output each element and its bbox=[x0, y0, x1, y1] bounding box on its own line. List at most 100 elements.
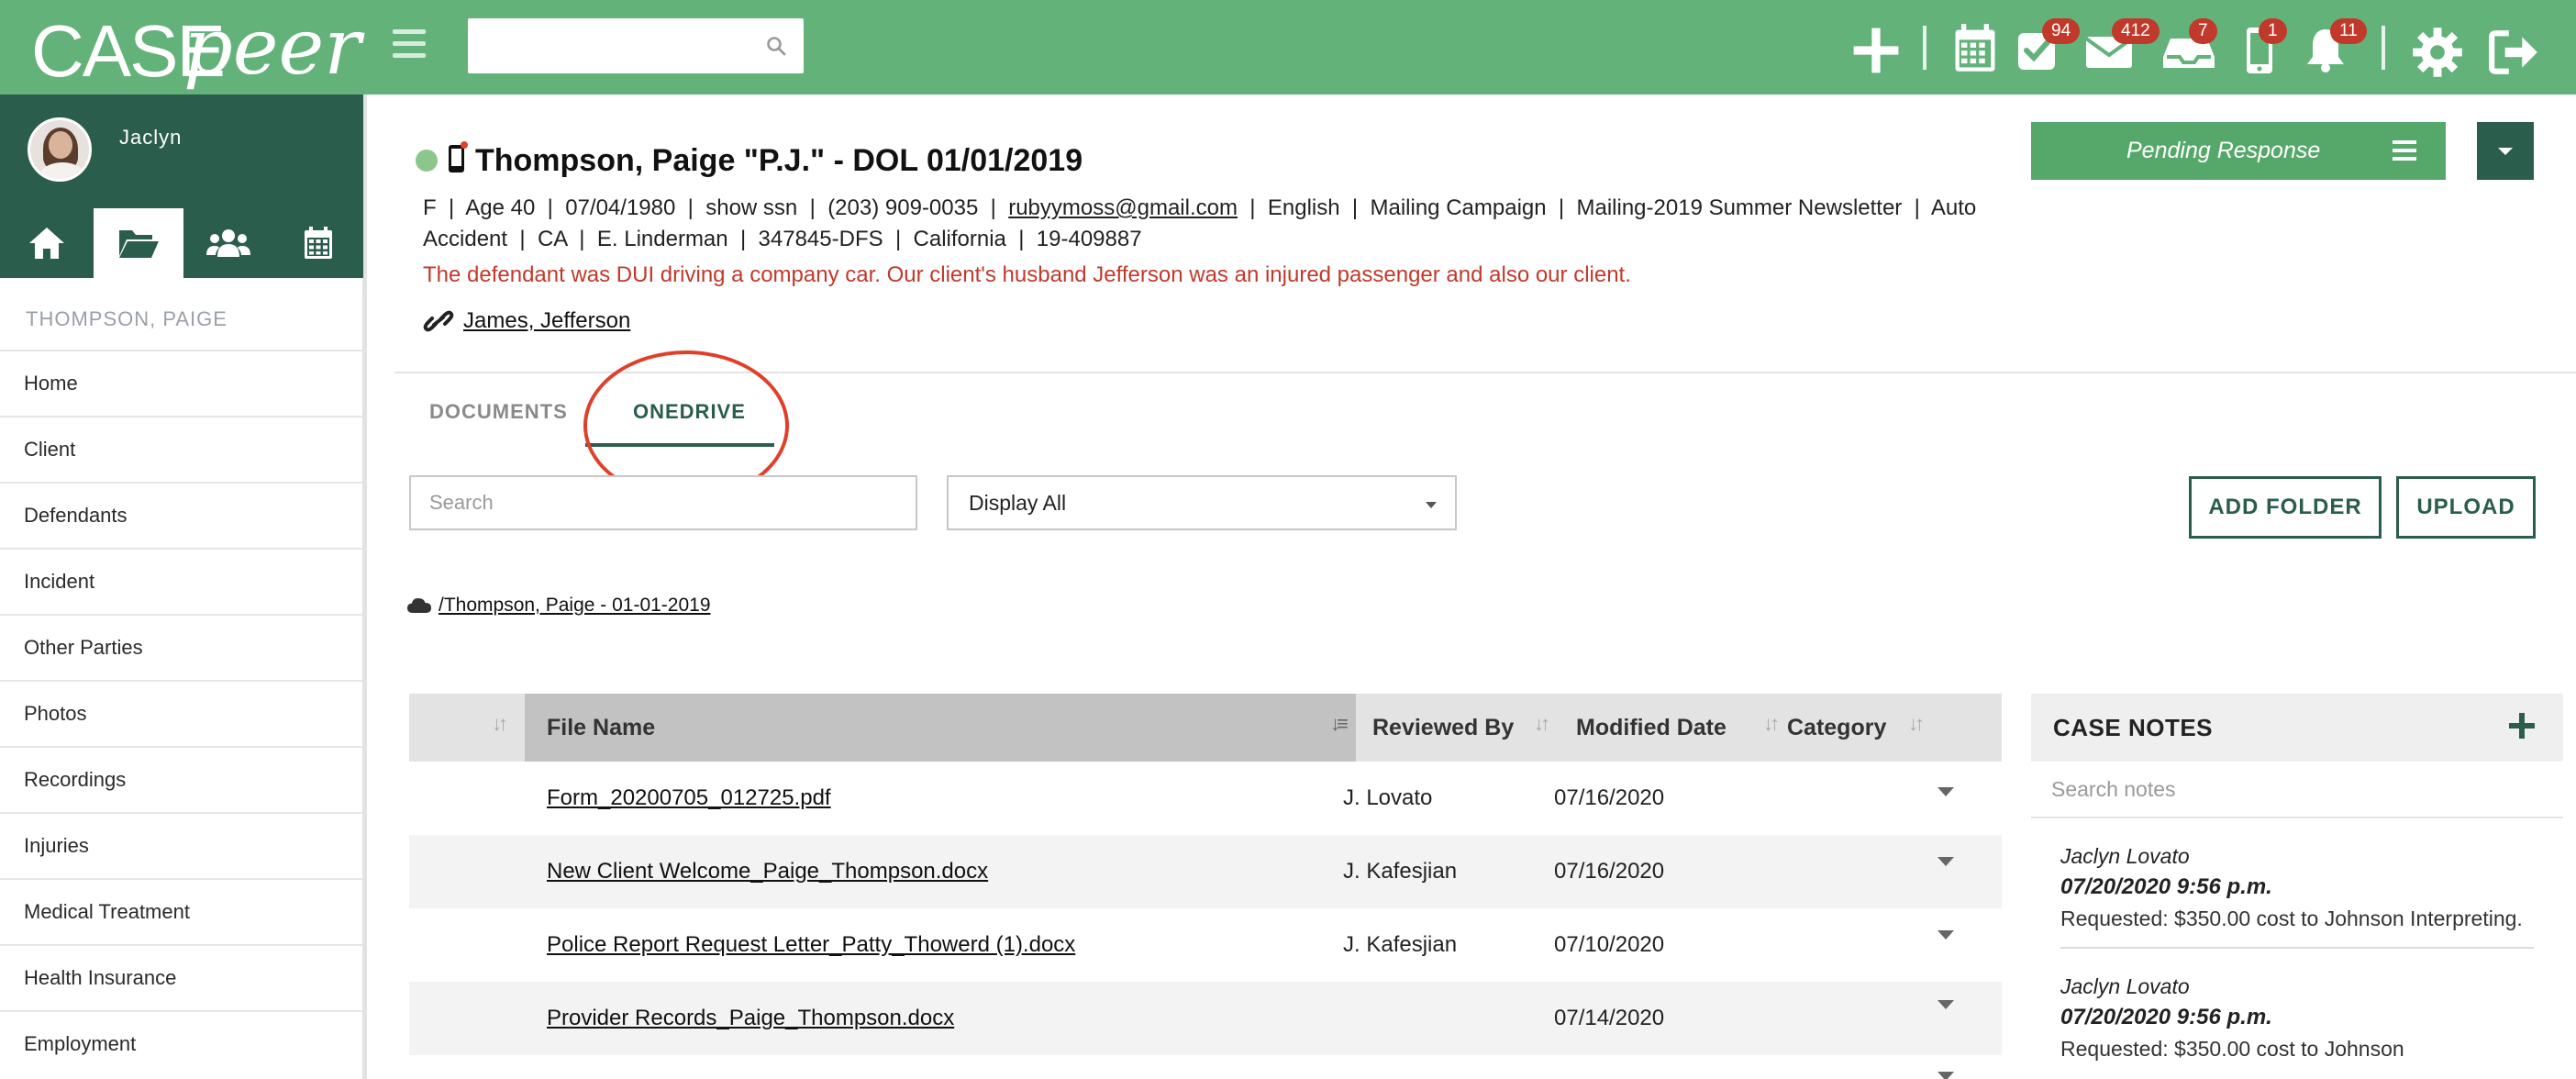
sidebar-item-photos[interactable]: Photos bbox=[0, 680, 363, 746]
file-name-link[interactable]: Provider Records_Paige_Thompson.docx bbox=[547, 982, 954, 1055]
table-row[interactable] bbox=[409, 1055, 2002, 1079]
column-header-select[interactable]: ↓↑ bbox=[409, 694, 525, 762]
case-description: The defendant was DUI driving a company … bbox=[423, 262, 1631, 287]
client-email-link[interactable]: rubyymoss@gmail.com bbox=[1008, 195, 1238, 220]
top-bar: CASE peer 94 412 7 1 11 bbox=[0, 0, 2576, 95]
modified-date-cell: 07/14/2020 bbox=[1554, 1006, 1665, 1030]
phone-badge: 1 bbox=[2259, 18, 2287, 44]
file-name-link[interactable]: Form_20200705_012725.pdf bbox=[547, 762, 831, 835]
row-actions-caret-icon[interactable] bbox=[1938, 1072, 1954, 1079]
sort-icon: ↓↑ bbox=[1534, 712, 1550, 735]
sidebar-item-incident[interactable]: Incident bbox=[0, 548, 363, 614]
column-header-modified-date[interactable]: Modified Date ↓↑ bbox=[1567, 694, 1787, 762]
sidebar-item-home[interactable]: Home bbox=[0, 350, 363, 416]
chevron-down-icon bbox=[1426, 502, 1437, 508]
column-label: Category bbox=[1787, 714, 1887, 740]
note-author: Jaclyn Lovato bbox=[2060, 844, 2190, 868]
file-search-input[interactable] bbox=[409, 475, 917, 530]
sidebar-item-employment[interactable]: Employment bbox=[0, 1010, 363, 1076]
table-row[interactable]: Form_20200705_012725.pdf J. Lovato 07/16… bbox=[409, 762, 2002, 835]
phone-button[interactable]: 1 bbox=[2244, 18, 2297, 75]
tab-documents[interactable]: DOCUMENTS bbox=[429, 400, 568, 424]
add-note-plus-icon[interactable] bbox=[2506, 710, 2537, 741]
row-actions-caret-icon[interactable] bbox=[1938, 930, 1954, 940]
column-label: Reviewed By bbox=[1372, 714, 1515, 740]
breadcrumb: /Thompson, Paige - 01-01-2019 bbox=[405, 595, 711, 617]
home-icon bbox=[29, 228, 64, 259]
mobile-phone-icon bbox=[449, 141, 468, 172]
calendar-icon[interactable] bbox=[1949, 22, 2002, 75]
add-folder-button[interactable]: ADD FOLDER bbox=[2189, 476, 2382, 539]
linked-case-link[interactable]: James, Jefferson bbox=[463, 308, 630, 334]
column-header-file-name[interactable]: File Name ↓≡ bbox=[525, 694, 1356, 762]
notifications-button[interactable]: 11 bbox=[2303, 18, 2367, 75]
upload-button[interactable]: UPLOAD bbox=[2396, 476, 2536, 539]
case-status-button[interactable]: Pending Response bbox=[2031, 122, 2446, 180]
modified-date-cell: 07/16/2020 bbox=[1554, 785, 1665, 810]
sidebar-item-medical-treatment[interactable]: Medical Treatment bbox=[0, 878, 363, 944]
modified-date-cell: 07/16/2020 bbox=[1554, 859, 1665, 884]
reviewed-by-cell: J. Kafesjian bbox=[1343, 859, 1458, 884]
inbox-badge: 7 bbox=[2189, 18, 2217, 44]
avatar[interactable] bbox=[28, 117, 92, 182]
case-title: Thompson, Paige "P.J." - DOL 01/01/2019 bbox=[475, 143, 1083, 178]
row-actions-caret-icon[interactable] bbox=[1938, 787, 1954, 796]
sidebar-item-injuries[interactable]: Injuries bbox=[0, 812, 363, 878]
plus-icon[interactable] bbox=[1849, 24, 1903, 77]
column-label: Modified Date bbox=[1576, 714, 1727, 740]
column-header-reviewed-by[interactable]: Reviewed By ↓↑ bbox=[1356, 694, 1567, 762]
note-author: Jaclyn Lovato bbox=[2060, 974, 2190, 998]
tasks-button[interactable]: 94 bbox=[2015, 18, 2081, 75]
column-header-category[interactable]: Category ↓↑ bbox=[1787, 694, 2002, 762]
nav-tab-contacts[interactable] bbox=[183, 208, 273, 278]
link-icon bbox=[423, 310, 454, 332]
case-notes-header: CASE NOTES bbox=[2031, 694, 2563, 762]
sidebar-menu: Home Client Defendants Incident Other Pa… bbox=[0, 350, 363, 1076]
user-panel: Jaclyn bbox=[0, 95, 363, 278]
user-name: Jaclyn bbox=[119, 126, 183, 149]
sidebar: Jaclyn THOMPSON, PAIGE Home Client Defen… bbox=[0, 95, 367, 1079]
menu-toggle-icon[interactable] bbox=[393, 29, 426, 62]
search-icon[interactable] bbox=[765, 35, 787, 57]
sort-icon: ↓↑ bbox=[1908, 712, 1925, 735]
global-search bbox=[468, 18, 804, 73]
case-note[interactable]: Jaclyn Lovato 07/20/2020 9:56 p.m. Reque… bbox=[2031, 818, 2534, 934]
status-dropdown-button[interactable] bbox=[2477, 122, 2534, 180]
note-timestamp: 07/20/2020 9:56 p.m. bbox=[2060, 874, 2272, 899]
sidebar-item-health-insurance[interactable]: Health Insurance bbox=[0, 944, 363, 1010]
file-name-link[interactable]: New Client Welcome_Paige_Thompson.docx bbox=[547, 835, 988, 908]
sidebar-item-recordings[interactable]: Recordings bbox=[0, 746, 363, 812]
case-info: F | Age 40 | 07/04/1980 | show ssn | (20… bbox=[423, 193, 1982, 255]
row-actions-caret-icon[interactable] bbox=[1938, 857, 1954, 866]
column-label: File Name bbox=[547, 714, 656, 740]
sidebar-item-client[interactable]: Client bbox=[0, 416, 363, 482]
case-info-line1-pre: F | Age 40 | 07/04/1980 | show ssn | (20… bbox=[423, 195, 1009, 220]
nav-tab-files[interactable] bbox=[94, 208, 183, 278]
case-note[interactable]: Jaclyn Lovato 07/20/2020 9:56 p.m. Reque… bbox=[2060, 947, 2534, 1064]
inbox-button[interactable]: 7 bbox=[2161, 18, 2217, 75]
tasks-badge: 94 bbox=[2042, 18, 2081, 44]
linked-case: James, Jefferson bbox=[423, 306, 630, 336]
table-row[interactable]: New Client Welcome_Paige_Thompson.docx J… bbox=[409, 835, 2002, 908]
display-filter-select[interactable]: Display All bbox=[947, 475, 1457, 530]
notifications-badge: 11 bbox=[2330, 18, 2367, 44]
notes-search-input[interactable] bbox=[2031, 762, 2563, 818]
file-name-link[interactable]: Police Report Request Letter_Patty_Thowe… bbox=[547, 908, 1075, 982]
modified-date-cell: 07/10/2020 bbox=[1554, 932, 1665, 957]
logout-icon[interactable] bbox=[2488, 26, 2541, 79]
sort-icon: ↓↑ bbox=[1763, 712, 1780, 735]
table-row[interactable]: Police Report Request Letter_Patty_Thowe… bbox=[409, 908, 2002, 982]
mail-button[interactable]: 412 bbox=[2084, 18, 2160, 75]
note-text: Requested: $350.00 cost to Johnson bbox=[2060, 1037, 2404, 1061]
logo-peer-text: peer bbox=[183, 2, 361, 92]
global-search-input[interactable] bbox=[468, 18, 743, 73]
sidebar-item-other-parties[interactable]: Other Parties bbox=[0, 614, 363, 680]
table-row[interactable]: Provider Records_Paige_Thompson.docx 07/… bbox=[409, 982, 2002, 1055]
nav-tab-home[interactable] bbox=[2, 208, 92, 278]
row-actions-caret-icon[interactable] bbox=[1938, 1000, 1954, 1009]
gear-icon[interactable] bbox=[2411, 26, 2464, 79]
sidebar-item-defendants[interactable]: Defendants bbox=[0, 482, 363, 548]
table-header: ↓↑ File Name ↓≡ Reviewed By ↓↑ Modified … bbox=[409, 694, 2002, 762]
breadcrumb-folder-link[interactable]: /Thompson, Paige - 01-01-2019 bbox=[439, 595, 711, 617]
nav-tab-calendar[interactable] bbox=[273, 208, 363, 278]
